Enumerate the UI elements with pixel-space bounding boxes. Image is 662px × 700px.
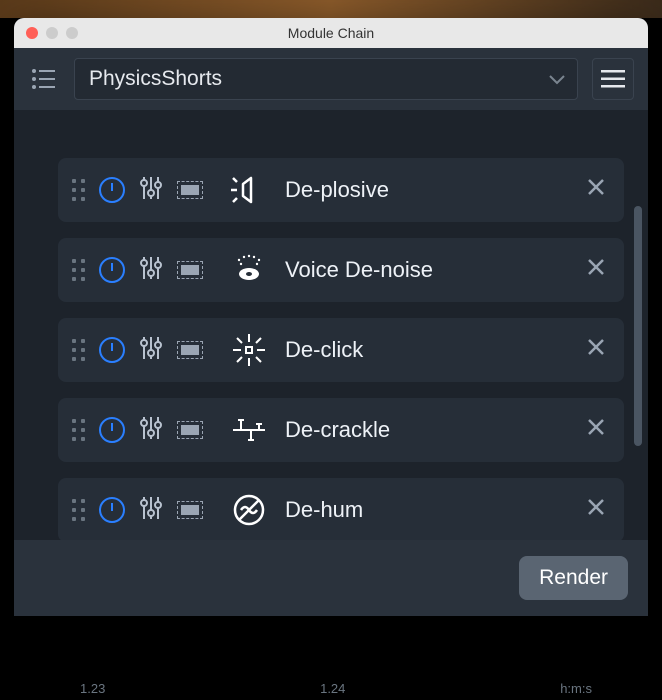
list-view-toggle[interactable]	[28, 63, 60, 95]
zoom-window-button[interactable]	[66, 27, 78, 39]
module-power-toggle[interactable]	[99, 337, 125, 363]
timeline-tick: 1.23	[80, 681, 105, 696]
timeline-tick: 1.24	[320, 681, 345, 696]
preset-dropdown[interactable]: PhysicsShorts	[74, 58, 578, 100]
module-settings-button[interactable]	[139, 415, 163, 446]
menu-button[interactable]	[592, 58, 634, 100]
deplosive-icon	[227, 172, 271, 208]
module-power-toggle[interactable]	[99, 417, 125, 443]
timeline-unit: h:m:s	[560, 681, 592, 696]
render-button[interactable]: Render	[519, 556, 628, 600]
module-preset-button[interactable]	[177, 261, 203, 279]
module-list: De-plosive Voice De-noise	[14, 110, 648, 540]
module-preset-button[interactable]	[177, 181, 203, 199]
module-label: De-crackle	[285, 417, 568, 443]
module-label: De-plosive	[285, 177, 568, 203]
module-power-toggle[interactable]	[99, 177, 125, 203]
titlebar: Module Chain	[14, 18, 648, 48]
chevron-down-icon	[549, 67, 565, 91]
drag-handle-icon[interactable]	[72, 339, 85, 361]
toolbar: PhysicsShorts	[14, 48, 648, 110]
module-preset-button[interactable]	[177, 501, 203, 519]
module-power-toggle[interactable]	[99, 257, 125, 283]
module-preset-button[interactable]	[177, 341, 203, 359]
scrollbar-thumb[interactable]	[634, 206, 642, 446]
window-title: Module Chain	[14, 25, 648, 41]
module-label: De-hum	[285, 497, 568, 523]
module-remove-button[interactable]	[582, 413, 610, 447]
drag-handle-icon[interactable]	[72, 179, 85, 201]
module-settings-button[interactable]	[139, 175, 163, 206]
module-remove-button[interactable]	[582, 493, 610, 527]
preset-name: PhysicsShorts	[89, 67, 222, 91]
module-preset-button[interactable]	[177, 421, 203, 439]
module-power-toggle[interactable]	[99, 497, 125, 523]
module-row[interactable]: De-click	[58, 318, 624, 382]
module-label: Voice De-noise	[285, 257, 568, 283]
close-window-button[interactable]	[26, 27, 38, 39]
module-chain-window: Module Chain PhysicsShorts	[14, 18, 648, 616]
module-remove-button[interactable]	[582, 333, 610, 367]
hamburger-icon	[601, 70, 625, 88]
drag-handle-icon[interactable]	[72, 499, 85, 521]
denoise-icon	[227, 252, 271, 288]
list-icon	[31, 68, 57, 90]
module-settings-button[interactable]	[139, 335, 163, 366]
drag-handle-icon[interactable]	[72, 259, 85, 281]
module-row[interactable]: De-hum	[58, 478, 624, 540]
module-settings-button[interactable]	[139, 495, 163, 526]
drag-handle-icon[interactable]	[72, 419, 85, 441]
module-label: De-click	[285, 337, 568, 363]
timeline-ruler: 1.23 1.24 h:m:s	[0, 681, 662, 696]
module-row[interactable]: De-plosive	[58, 158, 624, 222]
module-remove-button[interactable]	[582, 253, 610, 287]
declick-icon	[227, 332, 271, 368]
dehum-icon	[227, 492, 271, 528]
module-remove-button[interactable]	[582, 173, 610, 207]
module-settings-button[interactable]	[139, 255, 163, 286]
minimize-window-button[interactable]	[46, 27, 58, 39]
footer: Render	[14, 540, 648, 616]
decrackle-icon	[227, 412, 271, 448]
module-row[interactable]: De-crackle	[58, 398, 624, 462]
module-row[interactable]: Voice De-noise	[58, 238, 624, 302]
